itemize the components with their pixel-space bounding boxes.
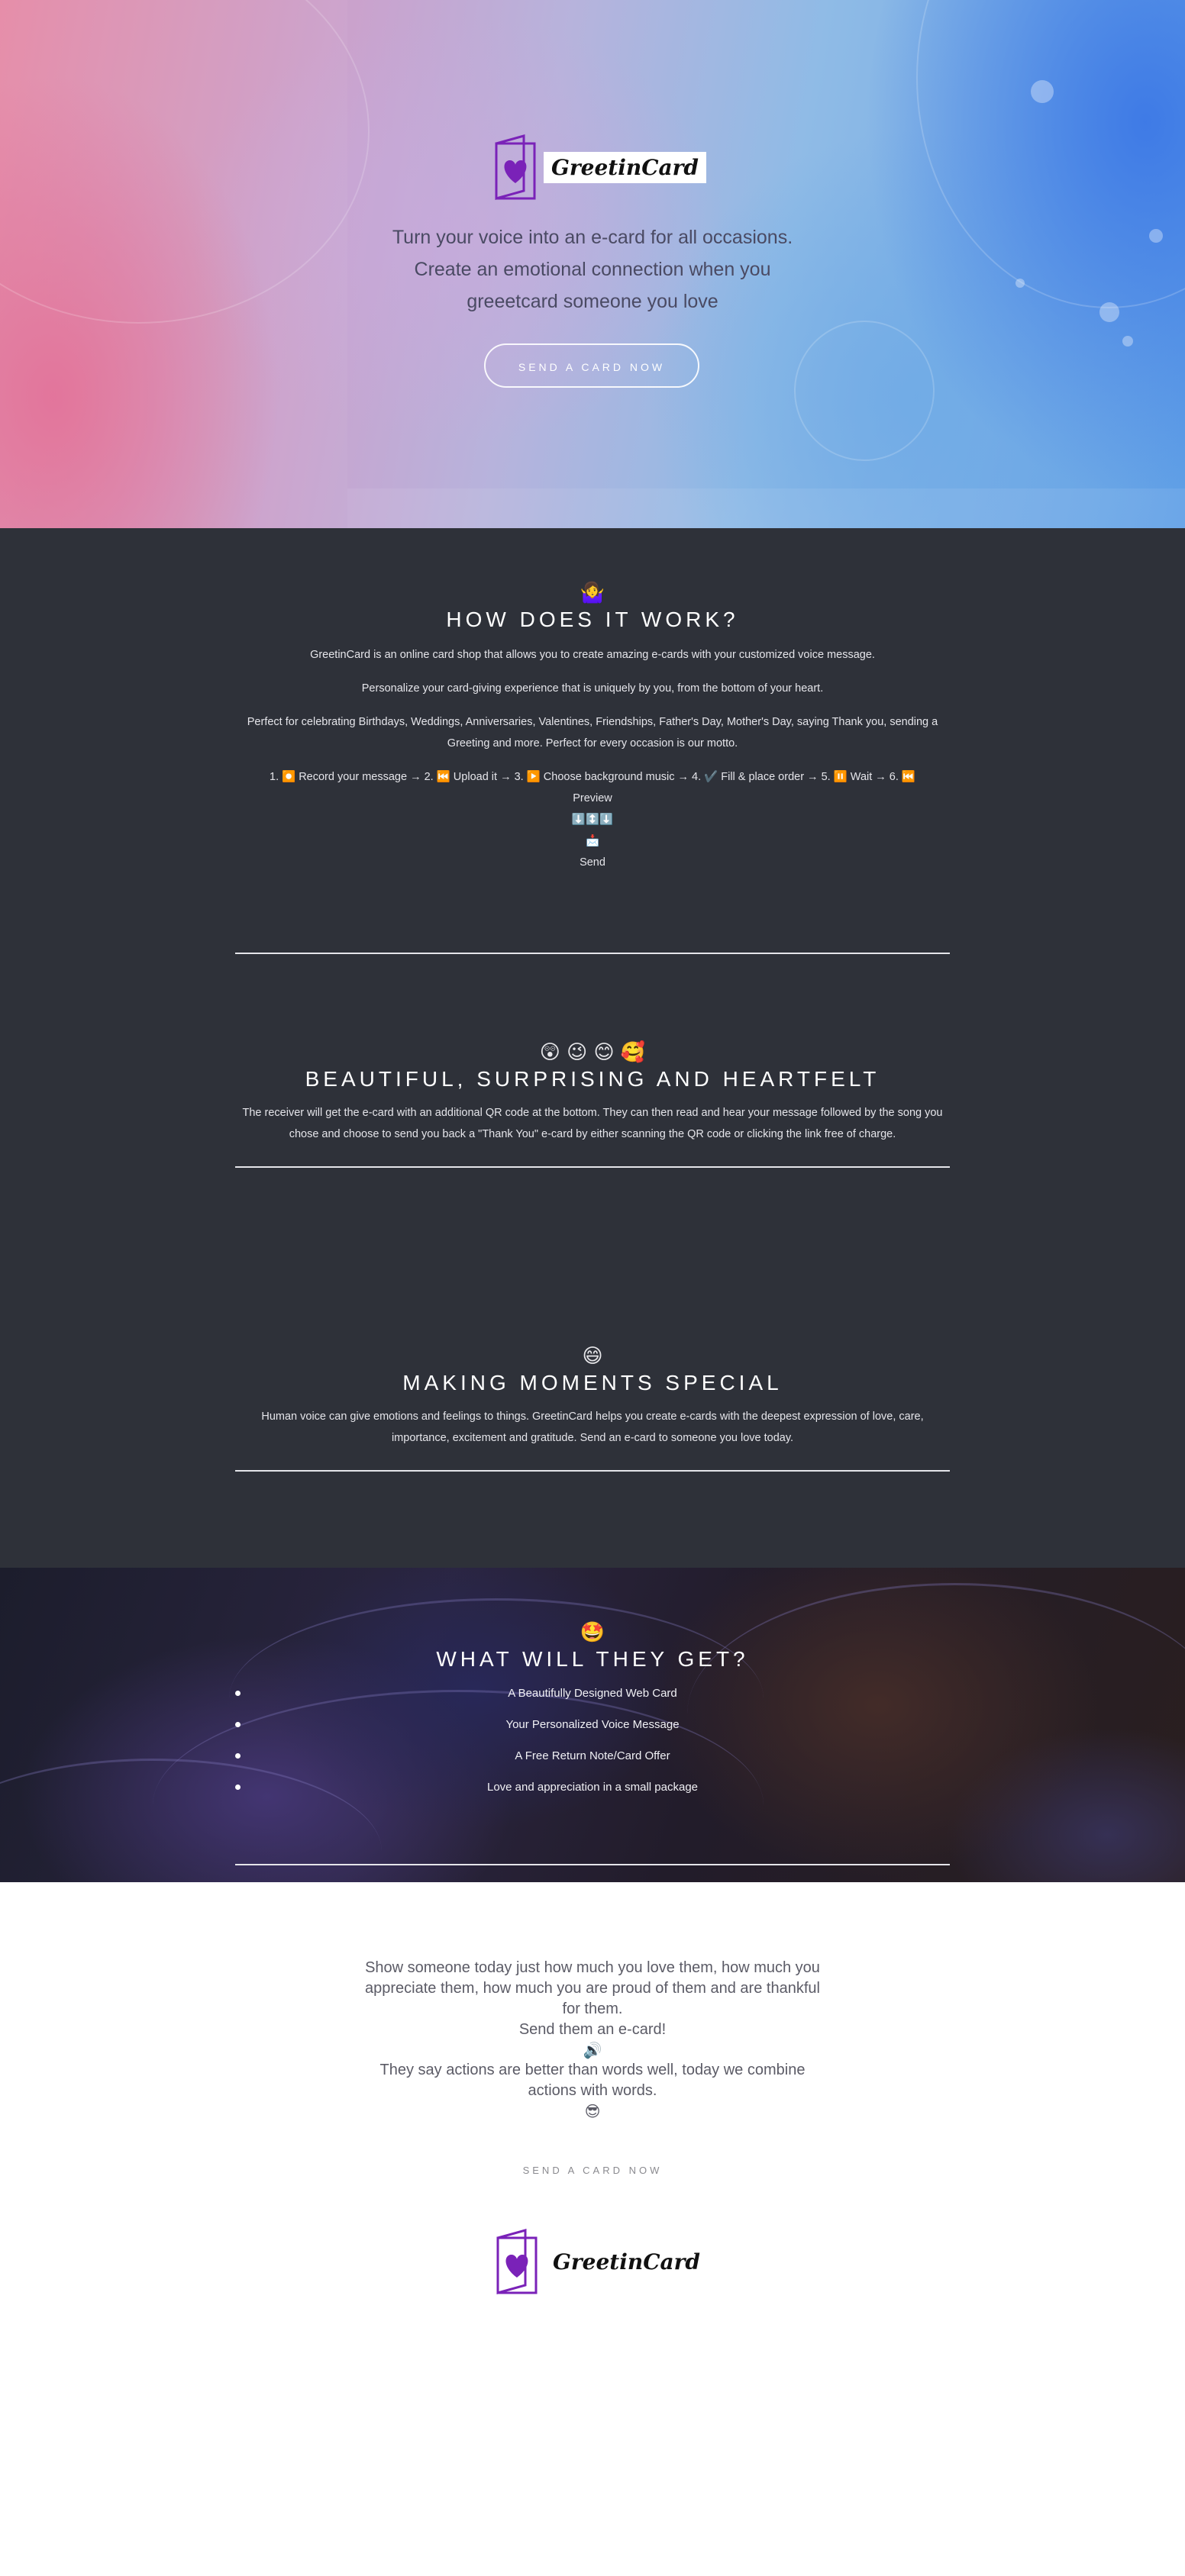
outro-text: Send them an e-card!	[518, 2021, 667, 2038]
what-they-get-block: 🤩 WHAT WILL THEY GET? A Beautifully Desi…	[235, 1620, 950, 1865]
outro-text: Show someone today just how much you lov…	[365, 1959, 820, 2017]
greeting-card-heart-icon	[496, 2229, 538, 2294]
moments-block: 😄 MAKING MOMENTS SPECIAL Human voice can…	[235, 1343, 950, 1472]
send-label: Send	[580, 856, 605, 869]
hero-bubble	[1149, 229, 1163, 243]
hero-bubble	[1099, 302, 1119, 322]
benefits-list: A Beautifully Designed Web Card Your Per…	[235, 1678, 950, 1803]
hero-swirl	[916, 0, 1185, 308]
beautiful-title: BEAUTIFUL, SURPRISING AND HEARTFELT	[305, 1067, 880, 1091]
outro-block: Show someone today just how much you lov…	[359, 1958, 826, 2121]
speaker-emoji: 🔊	[583, 2041, 602, 2059]
how-it-works-title: HOW DOES IT WORK?	[446, 608, 739, 631]
what-they-get-title: WHAT WILL THEY GET?	[436, 1647, 749, 1671]
hero-bubble	[1031, 80, 1054, 103]
arrows-emoji: ⬇️↕️⬇️	[571, 814, 614, 826]
grin-emoji: 😄	[582, 1345, 603, 1368]
benefits-section: 🤩 WHAT WILL THEY GET? A Beautifully Desi…	[0, 1568, 1185, 1882]
hero-bubble	[794, 321, 935, 461]
hero-bubble	[1122, 336, 1133, 347]
how-paragraph: Perfect for celebrating Birthdays, Weddi…	[247, 716, 938, 750]
brand-name: GreetinCard	[553, 2249, 700, 2275]
hero-tagline-line: greeetcard someone you love	[467, 291, 718, 312]
hero-tagline-line: Create an emotional connection when you	[414, 259, 771, 280]
list-item: Love and appreciation in a small package	[235, 1772, 950, 1803]
hero-bottom-band	[347, 488, 1185, 528]
star-struck-emoji: 🤩	[580, 1621, 605, 1644]
steps-line: 1. ⏺️ Record your message → 2. ⏮️ Upload…	[270, 771, 915, 783]
send-card-link[interactable]: SEND A CARD NOW	[478, 2165, 707, 2176]
how-it-works-block: 🤷‍♀️ HOW DOES IT WORK? GreetinCard is an…	[235, 580, 950, 954]
shrug-emoji: 🤷‍♀️	[580, 582, 605, 605]
hero-tagline-line: Turn your voice into an e-card for all o…	[392, 227, 793, 248]
envelope-emoji: 📩	[585, 835, 600, 847]
beautiful-block: 😲 😉 😊 🥰 BEAUTIFUL, SURPRISING AND HEARTF…	[235, 1040, 950, 1168]
sunglasses-emoji: 😎	[584, 2102, 601, 2120]
hero-section: GreetinCard Turn your voice into an e-ca…	[0, 0, 1185, 528]
info-section: 🤷‍♀️ HOW DOES IT WORK? GreetinCard is an…	[0, 528, 1185, 1568]
divider	[235, 1166, 950, 1168]
list-item: A Beautifully Designed Web Card	[235, 1678, 950, 1709]
outro-text: They say actions are better than words w…	[379, 2062, 806, 2099]
greeting-card-heart-icon	[495, 134, 536, 200]
page: GreetinCard Turn your voice into an e-ca…	[0, 0, 1185, 2576]
faces-emoji: 😲 😉 😊 🥰	[539, 1041, 646, 1064]
brand-name: GreetinCard	[544, 151, 706, 183]
hero-tagline: Turn your voice into an e-card for all o…	[325, 221, 860, 318]
how-paragraph: Personalize your card-giving experience …	[361, 682, 824, 695]
preview-label: Preview	[573, 792, 612, 804]
divider	[235, 953, 950, 954]
list-item: A Free Return Note/Card Offer	[235, 1740, 950, 1772]
hero-bubble	[1015, 279, 1025, 288]
list-item: Your Personalized Voice Message	[235, 1709, 950, 1740]
divider	[235, 1470, 950, 1472]
footer-logo[interactable]: GreetinCard	[496, 2229, 708, 2294]
moments-title: MAKING MOMENTS SPECIAL	[402, 1371, 783, 1394]
send-card-button[interactable]: SEND A CARD NOW	[484, 343, 699, 388]
beautiful-paragraph: The receiver will get the e-card with an…	[242, 1107, 943, 1140]
how-paragraph: GreetinCard is an online card shop that …	[310, 649, 875, 661]
moments-paragraph: Human voice can give emotions and feelin…	[261, 1411, 924, 1444]
divider	[235, 1864, 950, 1865]
header-logo[interactable]: GreetinCard	[495, 134, 706, 200]
